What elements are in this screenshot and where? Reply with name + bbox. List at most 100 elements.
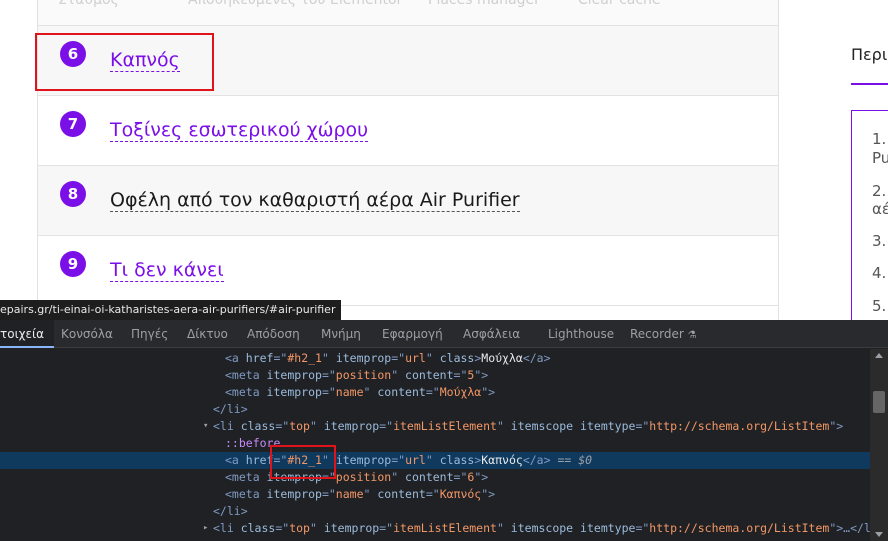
code-token: http://schema.org/ListItem [649,419,830,433]
code-token: <meta [225,385,267,399]
scroll-down-arrow-icon[interactable] [875,532,883,537]
code-token: " [425,453,440,467]
dom-node-line[interactable]: ▸ <li class="top" itemprop="itemListEleme… [0,520,885,537]
dom-node-line[interactable]: </li> [0,503,870,520]
code-token: =" [391,453,406,467]
dom-node-code: </li> [213,503,248,520]
code-token: itemscope [510,521,574,535]
toolbar-item[interactable]: Αποθηκευμένες του Elementor [188,0,402,8]
code-token: content [377,487,426,501]
tab-recorder[interactable]: Recorder ⚗ [630,320,697,348]
code-token: =" [391,351,406,365]
code-token: Μούχλα [439,385,482,399]
code-token: =" [425,487,440,501]
toolbar-item[interactable]: Places manager [428,0,540,8]
sidebar-item-text[interactable]: αέ [872,200,888,218]
link-url-tooltip: epairs.gr/ti-einai-oi-katharistes-aera-a… [0,300,342,320]
tab-lighthouse[interactable]: Lighthouse [548,320,614,348]
code-token: name [335,487,364,501]
code-token: itemprop [323,521,380,535]
sidebar-item-text[interactable]: Pu [872,149,888,167]
dom-node-selected[interactable]: <a href="#h2_1" itemprop="url" class>Καπ… [0,452,870,469]
code-token: "> [474,368,489,382]
dom-node-code: <li class="top" itemprop="itemListElemen… [213,418,843,435]
code-token: itemtype [580,521,636,535]
code-token: =" [379,521,394,535]
code-token: itemscope [510,419,574,433]
code-token: top [289,521,310,535]
code-token: #h2_1 [287,351,322,365]
sidebar-item-number[interactable]: 2. [872,182,886,200]
code-token: position [335,368,392,382]
dom-node-line[interactable]: <meta itemprop="name" content="Καπνός"> [0,486,870,503]
code-token: =" [321,385,336,399]
code-token: content [405,368,454,382]
tab-console[interactable]: Κονσόλα [61,320,113,348]
dom-node-line[interactable]: <meta itemprop="name" content="Μούχλα"> [0,384,870,401]
code-token: Μούχλα [481,351,523,365]
sidebar-item-number[interactable]: 5. [872,297,886,315]
devtools-panel: τοιχεία Κονσόλα Πηγές Δίκτυο Απόδοση Μνή… [0,320,888,541]
dom-node-line[interactable]: <a href="#h2_1" itemprop="url" class>Μού… [0,350,870,367]
toc-link[interactable]: Οφέλη από τον καθαριστή αέρα Air Purifie… [110,189,520,212]
dom-node-line[interactable]: ▾ <li class="top" itemprop="itemListEleme… [0,418,870,435]
dom-node-code: </li> [213,401,248,418]
sidebar-title: Περι [851,45,888,64]
code-token: <a [225,453,246,467]
code-token: Καπνός [439,487,482,501]
code-token: =" [453,368,468,382]
dom-tree-scrollbar[interactable] [870,349,888,541]
sidebar-item-number[interactable]: 3. [872,232,886,250]
tab-application[interactable]: Εφαρμογή [382,320,443,348]
toc-item: 8 Οφέλη από τον καθαριστή αέρα Air Purif… [38,166,778,236]
expand-arrow-icon[interactable]: ▾ [203,418,208,435]
dom-node-code: <meta itemprop="name" content="Καπνός"> [225,486,495,503]
scrollbar-thumb[interactable] [873,391,885,413]
tab-sources[interactable]: Πηγές [131,320,168,348]
toolbar-item[interactable]: Σταθμός [58,0,119,8]
code-token: </a> [522,351,551,365]
code-token: <li [213,419,241,433]
toc-item: 9 Τι δεν κάνει [38,236,778,306]
dom-node-code: <a href="#h2_1" itemprop="url" class>Μού… [225,350,551,367]
code-token: Καπνός [481,453,523,467]
tab-memory[interactable]: Μνήμη [321,320,361,348]
tab-security[interactable]: Ασφάλεια [463,320,520,348]
code-token: </li> [213,504,248,518]
code-token: itemListElement [393,521,497,535]
sidebar-item-number[interactable]: 1. [872,130,886,148]
code-token: </a> [522,453,551,467]
tab-performance[interactable]: Απόδοση [247,320,300,348]
code-token: itemprop [266,487,322,501]
toc-number-badge: 9 [60,251,86,277]
toc-link[interactable]: Τι δεν κάνει [110,259,224,282]
sidebar-underline [851,83,888,85]
code-token: top [289,419,310,433]
code-token: =" [635,521,650,535]
code-token: <meta [225,470,267,484]
sidebar-item-number[interactable]: 4. [872,264,886,282]
dom-node-line[interactable]: </li> [0,401,870,418]
tab-elements[interactable]: τοιχεία [0,320,55,348]
dom-node-line[interactable]: <meta itemprop="position" content="6"> [0,469,870,486]
dom-node-code: <li class="top" itemprop="itemListElemen… [213,520,885,537]
dom-node-code: <meta itemprop="name" content="Μούχλα"> [225,384,495,401]
dom-node-line[interactable]: <meta itemprop="position" content="5"> [0,367,870,384]
code-token: =" [379,419,394,433]
code-token: content [405,470,454,484]
elements-dom-tree: <a href="#h2_1" itemprop="url" class>Μού… [0,349,885,541]
code-token: =" [321,368,336,382]
code-token: " [309,419,324,433]
tab-network[interactable]: Δίκτυο [187,320,228,348]
toc-link[interactable]: Τοξίνες εσωτερικού χώρου [110,119,369,142]
toolbar-item[interactable]: Clear cache [578,0,661,8]
code-token: =" [273,351,288,365]
scroll-up-arrow-icon[interactable] [875,353,883,358]
web-page: Σταθμός Αποθηκευμένες του Elementor Plac… [0,0,888,320]
code-token: "> [481,487,496,501]
dom-node-line[interactable]: ::before [0,435,870,452]
code-token: content [377,385,426,399]
tab-recorder-label: Recorder [630,327,684,341]
code-token: <li [213,521,241,535]
collapse-arrow-icon[interactable]: ▸ [203,520,208,537]
